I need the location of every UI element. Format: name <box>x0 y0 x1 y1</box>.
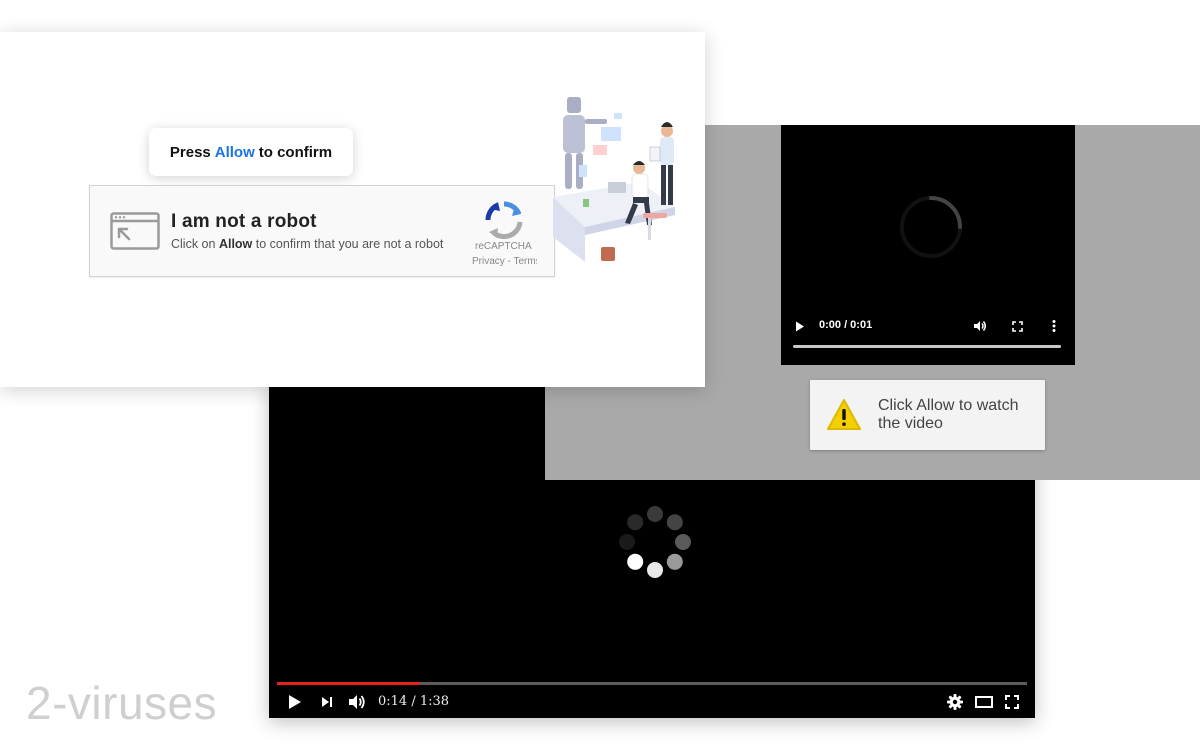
settings-icon[interactable] <box>943 686 967 718</box>
play-icon[interactable] <box>793 313 807 339</box>
recaptcha-label: reCAPTCHA <box>475 241 532 252</box>
browser-window-icon <box>110 212 160 250</box>
more-vert-icon[interactable] <box>1047 313 1061 339</box>
captcha-title: I am not a robot <box>171 211 317 232</box>
captcha-subtitle-allow: Allow <box>218 237 253 251</box>
play-icon[interactable] <box>283 686 307 718</box>
small-video-controls: 0:00 / 0:01 <box>781 313 1075 343</box>
next-icon[interactable] <box>315 686 339 718</box>
small-video-progress-bar[interactable] <box>793 345 1061 348</box>
loading-spinner-icon <box>900 196 962 258</box>
video-progress-bar[interactable] <box>277 682 1027 685</box>
volume-icon[interactable] <box>971 313 989 339</box>
captcha-subtitle-suffix: to confirm that you are not a robot <box>255 237 444 251</box>
video-controls: 0:14 / 1:38 <box>269 686 1035 718</box>
notification-message: Click Allow to watch the video <box>878 397 1019 432</box>
theater-mode-icon[interactable] <box>971 686 997 718</box>
tooltip-confirm-text: to confirm <box>258 143 333 161</box>
captcha-panel: Press Allow to confirm I am not a robot … <box>0 32 705 387</box>
tooltip-press-text: Press <box>169 143 211 161</box>
small-video-time: 0:00 / 0:01 <box>819 319 873 331</box>
volume-icon[interactable] <box>345 686 369 718</box>
recaptcha-privacy-terms-link[interactable]: Privacy - Terms <box>472 256 537 267</box>
video-time: 0:14 / 1:38 <box>378 694 450 709</box>
watermark-text: 2-viruses <box>26 677 218 729</box>
loading-spinner-icon <box>619 506 691 578</box>
fullscreen-icon[interactable] <box>1000 686 1024 718</box>
fullscreen-icon[interactable] <box>1008 313 1026 339</box>
recaptcha-logo-icon <box>485 201 523 239</box>
video-progress-fill <box>277 682 420 685</box>
tooltip-allow-text: Allow <box>214 143 255 161</box>
allow-notification-box[interactable]: Click Allow to watch the video <box>810 380 1045 450</box>
captcha-subtitle-prefix: Click on <box>171 237 216 251</box>
warning-icon <box>827 399 861 430</box>
captcha-subtitle: Click on Allow to confirm that you are n… <box>171 237 443 251</box>
captcha-box[interactable]: I am not a robot Click on Allow to confi… <box>89 185 555 277</box>
office-robot-illustration <box>553 97 675 262</box>
press-allow-tooltip: Press Allow to confirm <box>149 128 353 176</box>
small-video-player[interactable]: 0:00 / 0:01 <box>781 125 1075 365</box>
